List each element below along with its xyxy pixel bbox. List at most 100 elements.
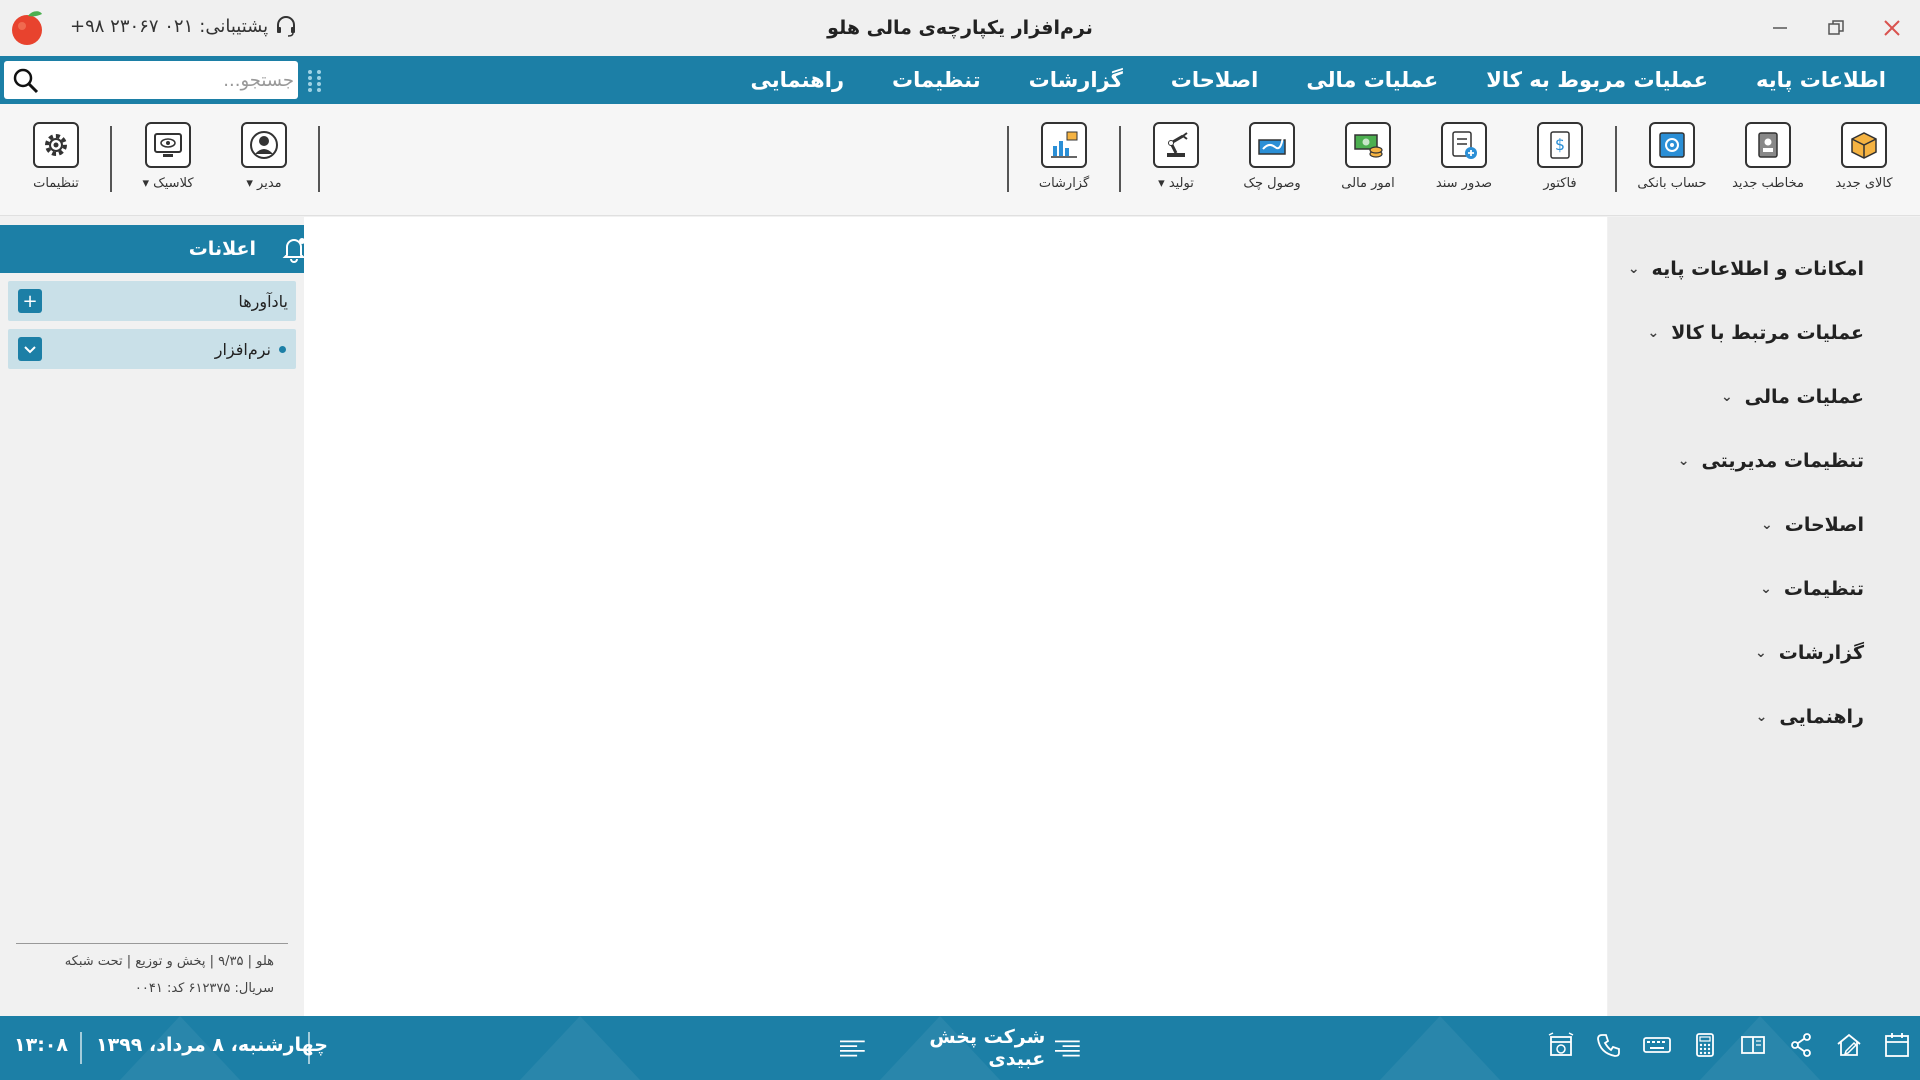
money-icon bbox=[1345, 122, 1391, 168]
keyboard-icon bbox=[1643, 1037, 1671, 1053]
toolbar: کالای جدید مخاطب جدید حساب بانکی $ فاکتو… bbox=[0, 104, 1920, 216]
phone-icon bbox=[1597, 1034, 1620, 1057]
accordion-reports[interactable]: گزارشات ⌄ bbox=[1608, 621, 1920, 685]
accordion-goods-operations[interactable]: عملیات مرتبط با کالا ⌄ bbox=[1608, 301, 1920, 365]
invoice-icon: $ bbox=[1537, 122, 1583, 168]
chevron-down-icon: ⌄ bbox=[1760, 581, 1772, 597]
drag-grip-icon[interactable] bbox=[305, 68, 325, 94]
accordion-basic-info[interactable]: امکانات و اطلاعات پایه ⌄ bbox=[1608, 237, 1920, 301]
status-date: چهارشنبه، ۸ مرداد، ۱۳۹۹ bbox=[96, 1034, 328, 1056]
caret-down-icon: ▾ bbox=[142, 176, 149, 191]
caret-down-icon: ▾ bbox=[246, 176, 253, 191]
safe-icon bbox=[1649, 122, 1695, 168]
classic-label-wrap: کلاسیک ▾ bbox=[122, 176, 214, 191]
main-content-area bbox=[304, 217, 1607, 1017]
check-collection-label: وصول چک bbox=[1243, 176, 1301, 191]
calendar-button[interactable] bbox=[1882, 1030, 1912, 1060]
production-dropdown[interactable]: تولید ▾ bbox=[1130, 122, 1222, 191]
company-switcher[interactable]: شرکت پخش عبیدی bbox=[839, 1026, 1080, 1070]
bank-account-button[interactable]: حساب بانکی bbox=[1626, 122, 1718, 191]
menu-help[interactable]: راهنمایی bbox=[727, 56, 869, 104]
settings-label: تنظیمات bbox=[33, 176, 79, 191]
manager-label-wrap: مدیر ▾ bbox=[218, 176, 310, 191]
status-separator bbox=[308, 1032, 310, 1064]
toolbar-separator bbox=[110, 126, 112, 192]
accordion-management-settings[interactable]: تنظیمات مدیریتی ⌄ bbox=[1608, 429, 1920, 493]
user-icon bbox=[241, 122, 287, 168]
plus-icon: + bbox=[22, 290, 38, 312]
contact-icon bbox=[1745, 122, 1791, 168]
chevron-down-icon: ⌄ bbox=[1761, 517, 1773, 533]
decorative-triangle bbox=[1380, 1016, 1500, 1080]
calculator-button[interactable] bbox=[1690, 1030, 1720, 1060]
toolbar-separator bbox=[318, 126, 320, 192]
reader-button[interactable] bbox=[1738, 1030, 1768, 1060]
alarm-calendar-button[interactable] bbox=[1546, 1030, 1576, 1060]
reports-label: گزارشات bbox=[1038, 176, 1090, 191]
phone-button[interactable] bbox=[1594, 1030, 1624, 1060]
calculator-icon bbox=[1696, 1033, 1714, 1057]
search-icon[interactable] bbox=[12, 67, 40, 95]
expand-software-button[interactable] bbox=[18, 337, 42, 361]
check-collection-button[interactable]: وصول چک bbox=[1226, 122, 1318, 191]
notification-row-software[interactable]: نرم‌افزار bbox=[8, 329, 296, 369]
share-button[interactable] bbox=[1786, 1030, 1816, 1060]
toolbar-separator bbox=[1119, 126, 1121, 192]
menu-goods-operations[interactable]: عملیات مربوط به کالا bbox=[1462, 56, 1732, 104]
invoice-button[interactable]: $ فاکتور bbox=[1514, 122, 1606, 191]
menu-bar: اطلاعات پایه عملیات مربوط به کالا عملیات… bbox=[0, 56, 1920, 104]
share-icon bbox=[1791, 1033, 1811, 1057]
manager-dropdown[interactable]: مدیر ▾ bbox=[218, 122, 310, 191]
chevron-down-icon: ⌄ bbox=[1720, 389, 1733, 405]
accordion-label: امکانات و اطلاعات پایه bbox=[1651, 258, 1864, 280]
menu-settings[interactable]: تنظیمات bbox=[868, 56, 1005, 104]
menu-corrections[interactable]: اصلاحات bbox=[1147, 56, 1283, 104]
new-goods-button[interactable]: کالای جدید bbox=[1818, 122, 1910, 191]
caret-down-icon: ▾ bbox=[1158, 176, 1165, 191]
book-open-icon bbox=[1741, 1036, 1765, 1054]
accordion-financial-operations[interactable]: عملیات مالی ⌄ bbox=[1608, 365, 1920, 429]
close-button[interactable] bbox=[1864, 0, 1920, 56]
keyboard-button[interactable] bbox=[1642, 1030, 1672, 1060]
notification-row-reminders[interactable]: یادآورها + bbox=[8, 281, 296, 321]
classic-view-dropdown[interactable]: کلاسیک ▾ bbox=[122, 122, 214, 191]
accordion-label: اصلاحات bbox=[1784, 514, 1864, 536]
search-box bbox=[4, 61, 298, 99]
menu-reports[interactable]: گزارشات bbox=[1005, 56, 1147, 104]
home-edit-button[interactable] bbox=[1834, 1030, 1864, 1060]
right-navigation-panel: امکانات و اطلاعات پایه ⌄ عملیات مرتبط با … bbox=[1608, 217, 1920, 1017]
status-icons bbox=[1546, 1030, 1912, 1066]
add-reminder-button[interactable]: + bbox=[18, 289, 42, 313]
reminders-label: یادآورها bbox=[238, 291, 288, 311]
search-input[interactable] bbox=[44, 63, 294, 97]
accordion-label: عملیات مالی bbox=[1744, 386, 1864, 408]
manager-label: مدیر bbox=[257, 176, 282, 191]
status-bar: ۱۳:۰۸ چهارشنبه، ۸ مرداد، ۱۳۹۹ شرکت پخش ع… bbox=[0, 1016, 1920, 1080]
serial-line: سریال: ۶۱۲۳۷۵ کد: ۰۰۴۱ bbox=[134, 981, 274, 996]
notifications-header: اعلانات bbox=[0, 225, 336, 273]
status-time: ۱۳:۰۸ bbox=[14, 1034, 68, 1056]
home-edit-icon bbox=[1837, 1033, 1861, 1056]
minimize-button[interactable] bbox=[1752, 0, 1808, 56]
new-goods-label: کالای جدید bbox=[1835, 176, 1893, 191]
chevron-down-icon: ⌄ bbox=[1755, 645, 1767, 661]
chevron-down-icon bbox=[24, 346, 36, 354]
menu-financial-operations[interactable]: عملیات مالی bbox=[1282, 56, 1462, 104]
financial-affairs-button[interactable]: امور مالی bbox=[1322, 122, 1414, 191]
production-label: تولید bbox=[1168, 176, 1194, 191]
toolbar-separator bbox=[1615, 126, 1617, 192]
chevron-down-icon: ⌄ bbox=[1755, 709, 1768, 725]
new-contact-button[interactable]: مخاطب جدید bbox=[1722, 122, 1814, 191]
check-icon bbox=[1249, 122, 1295, 168]
menu-basic-info[interactable]: اطلاعات پایه bbox=[1732, 56, 1910, 104]
toolbar-separator bbox=[1007, 126, 1009, 192]
reports-button[interactable]: گزارشات bbox=[1018, 122, 1110, 191]
version-info: هلو | ۹/۳۵ | پخش و توزیع | تحت شبکه سریا… bbox=[16, 943, 288, 1008]
restore-button[interactable] bbox=[1808, 0, 1864, 56]
accordion-corrections[interactable]: اصلاحات ⌄ bbox=[1608, 493, 1920, 557]
issue-document-button[interactable]: صدور سند bbox=[1418, 122, 1510, 191]
accordion-settings[interactable]: تنظیمات ⌄ bbox=[1608, 557, 1920, 621]
settings-button[interactable]: تنظیمات bbox=[10, 122, 102, 191]
accordion-help[interactable]: راهنمایی ⌄ bbox=[1608, 685, 1920, 749]
bullet-icon bbox=[279, 345, 286, 353]
